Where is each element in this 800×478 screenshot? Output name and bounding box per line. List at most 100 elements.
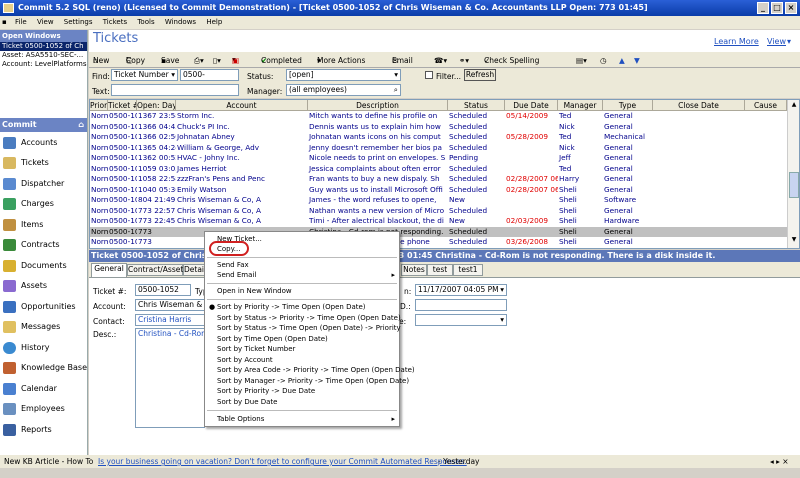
- menu-item-sort-priority-due[interactable]: Sort by Priority -> Due Date: [205, 386, 399, 397]
- nav-items[interactable]: Items: [0, 215, 87, 235]
- open-window-item-ticket[interactable]: Ticket 0500-1052 of Ch: [0, 42, 87, 51]
- menu-file[interactable]: File: [11, 18, 31, 26]
- tab-general[interactable]: General: [91, 263, 127, 277]
- pdf-button[interactable]: ▣ ▾: [232, 53, 239, 67]
- column-header[interactable]: Due Date: [505, 100, 558, 111]
- menu-settings[interactable]: Settings: [60, 18, 97, 26]
- ticket-number-field[interactable]: 0500-1052: [135, 284, 191, 296]
- find-input[interactable]: 0500-: [180, 69, 239, 81]
- tab-test[interactable]: test: [427, 264, 453, 276]
- table-cell: Chris Wiseman & Co, A: [177, 205, 261, 215]
- open-window-item-account[interactable]: Account: LevelPlatforms: [0, 60, 87, 69]
- table-cell: General: [604, 142, 633, 152]
- status-link[interactable]: Is your business going on vacation? Don'…: [98, 455, 467, 468]
- table-row[interactable]: Normal0500-10291362 00:52HVAC - Johny In…: [90, 153, 787, 164]
- menu-item-sort-priority-time[interactable]: ● Sort by Priority -> Time Open (Open Dat…: [205, 302, 399, 313]
- home-icon[interactable]: ⌂: [78, 118, 84, 132]
- text-input[interactable]: [111, 84, 239, 96]
- status-nav-icons[interactable]: ◂ ▸ ×: [770, 455, 789, 468]
- nav-documents[interactable]: Documents: [0, 256, 87, 276]
- menu-item-sort-area-code[interactable]: Sort by Area Code -> Priority -> Time Op…: [205, 365, 415, 376]
- table-row[interactable]: Normal0500-1052773Christina - Cd-rom is …: [90, 226, 787, 237]
- table-row[interactable]: Normal0500-10261366 04:45Chuck's PI Inc.…: [90, 122, 787, 133]
- minimize-button[interactable]: _: [757, 2, 769, 14]
- nav-accounts[interactable]: Accounts: [0, 133, 87, 153]
- table-row[interactable]: Normal0500-10231367 23:58Storm Inc. Mitch…: [90, 111, 787, 122]
- nav-charges[interactable]: Charges: [0, 194, 87, 214]
- nav-dispatcher[interactable]: Dispatcher: [0, 174, 87, 194]
- open-date-field[interactable]: 11/17/2007 04:05 PM ▾: [415, 284, 507, 296]
- view-link[interactable]: View: [767, 37, 786, 46]
- contact-field[interactable]: Cristina Harris: [135, 314, 205, 326]
- menu-item-sort-manager[interactable]: Sort by Manager -> Priority -> Time Open…: [205, 376, 409, 387]
- menu-windows[interactable]: Windows: [161, 18, 200, 26]
- column-header[interactable]: Manager: [558, 100, 603, 111]
- table-row[interactable]: Normal0500-1049773 22:57Chris Wiseman & …: [90, 206, 787, 217]
- menu-item-send-email[interactable]: Send Email ▸: [205, 270, 399, 281]
- column-header[interactable]: Priority: [90, 100, 108, 111]
- find-field-select[interactable]: Ticket Number ▾: [111, 69, 178, 81]
- nav-history[interactable]: History: [0, 338, 87, 358]
- table-row[interactable]: Normal0500-1050773 22:45Chris Wiseman & …: [90, 216, 787, 227]
- column-header[interactable]: Open: Days/Hrs: [137, 100, 176, 111]
- column-header[interactable]: Close Date: [653, 100, 745, 111]
- menu-help[interactable]: Help: [202, 18, 226, 26]
- menu-tickets[interactable]: Tickets: [99, 18, 131, 26]
- table-row[interactable]: Normal0500-10281365 04:24William & Georg…: [90, 143, 787, 154]
- nav-contracts[interactable]: Contracts: [0, 235, 87, 255]
- menu-tools[interactable]: Tools: [133, 18, 158, 26]
- menu-item-sort-ticket-number[interactable]: Sort by Ticket Number: [205, 344, 399, 355]
- table-row[interactable]: Normal0500-10211059 03:05James Herriot Je…: [90, 164, 787, 175]
- menu-view[interactable]: View: [33, 18, 58, 26]
- tab-contract-asset[interactable]: Contract/Asset: [127, 264, 183, 276]
- table-cell: 0500-1051: [109, 195, 137, 204]
- grid-scrollbar[interactable]: ▲ ▼: [787, 100, 799, 248]
- nav-calendar[interactable]: Calendar: [0, 379, 87, 399]
- tab-notes[interactable]: Notes: [401, 264, 427, 276]
- account-field[interactable]: Chris Wiseman & Co.: [135, 299, 205, 311]
- nav-knowledge-base[interactable]: Knowledge Base: [0, 358, 87, 378]
- scroll-thumb[interactable]: [789, 172, 799, 198]
- close-button[interactable]: ×: [785, 2, 797, 14]
- column-header[interactable]: Ticket #: [108, 100, 137, 111]
- nav-assets[interactable]: Assets: [0, 276, 87, 296]
- menu-item-send-fax[interactable]: Send Fax: [205, 260, 399, 271]
- tab-test1[interactable]: test1: [453, 264, 483, 276]
- table-row[interactable]: Normal0500-1051804 21:49Chris Wiseman & …: [90, 195, 787, 206]
- nav-employees[interactable]: Employees: [0, 399, 87, 419]
- column-header[interactable]: Cause: [745, 100, 787, 111]
- nav-reports[interactable]: Reports: [0, 420, 87, 440]
- menu-item-sort-time-open[interactable]: Sort by Time Open (Open Date): [205, 334, 399, 345]
- scroll-up-icon[interactable]: ▲: [789, 101, 799, 111]
- secondary-type-field[interactable]: ▾: [415, 314, 507, 326]
- menu-item-table-options[interactable]: Table Options ▸: [205, 414, 399, 425]
- refresh-button[interactable]: Refresh: [464, 69, 496, 81]
- column-header[interactable]: Account: [176, 100, 308, 111]
- menu-item-sort-status-time-priority[interactable]: Sort by Status -> Time Open (Open Date) …: [205, 323, 401, 334]
- maximize-button[interactable]: □: [771, 2, 783, 14]
- view-chevron-icon[interactable]: ▾: [787, 37, 791, 46]
- nav-messages[interactable]: Messages: [0, 317, 87, 337]
- learn-more-link[interactable]: Learn More: [714, 37, 759, 46]
- table-row[interactable]: Normal0500-1063773Elissa - Cannot handle…: [90, 237, 787, 248]
- nav-tickets[interactable]: Tickets: [0, 153, 87, 173]
- menu-item-sort-due-date[interactable]: Sort by Due Date: [205, 397, 399, 408]
- table-cell: 0500-1023: [109, 111, 137, 120]
- table-row[interactable]: Normal0500-10271366 02:50Johnatan Abney J…: [90, 132, 787, 143]
- description-field[interactable]: Christina - Cd-Rom: [135, 328, 205, 428]
- menu-item-open-new-window[interactable]: Open in New Window: [205, 286, 399, 297]
- manager-select[interactable]: (all employees) ⌕: [286, 84, 401, 96]
- menu-item-sort-status-priority-time[interactable]: Sort by Status -> Priority -> Time Open …: [205, 313, 401, 324]
- column-header[interactable]: Description: [308, 100, 448, 111]
- scroll-down-icon[interactable]: ▼: [789, 236, 799, 246]
- status-select[interactable]: [open] ▾: [286, 69, 401, 81]
- column-header[interactable]: Status: [448, 100, 505, 111]
- menu-item-sort-account[interactable]: Sort by Account: [205, 355, 399, 366]
- table-row[interactable]: Normal0500-10251040 05:36Emily Watson Guy…: [90, 185, 787, 196]
- filter-checkbox[interactable]: [425, 71, 433, 79]
- due-date-field[interactable]: [415, 299, 507, 311]
- open-window-item-asset[interactable]: Asset: ASA5510-SEC-...: [0, 51, 87, 60]
- nav-opportunities[interactable]: Opportunities: [0, 297, 87, 317]
- table-row[interactable]: Normal0500-10241058 22:58zzzFran's Pens …: [90, 174, 787, 185]
- column-header[interactable]: Type: [603, 100, 653, 111]
